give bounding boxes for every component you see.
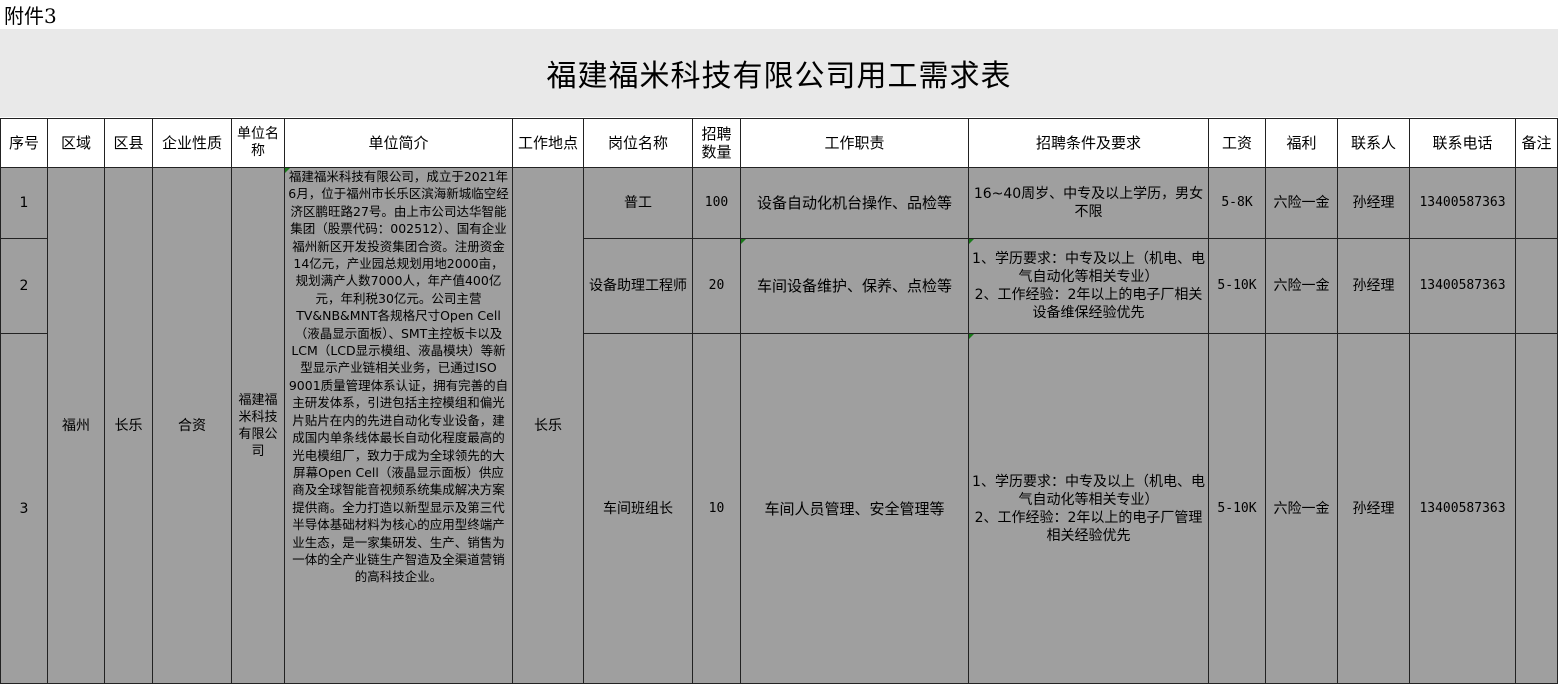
cell-remark <box>1515 333 1558 684</box>
cell-phone: 13400587363 <box>1409 333 1516 684</box>
cell-contact: 孙经理 <box>1337 167 1410 239</box>
header-cell: 企业性质 <box>152 118 232 168</box>
cell-requirements: 1、学历要求：中专及以上（机电、电气自动化等相关专业） 2、工作经验：2年以上的… <box>968 238 1209 334</box>
cell-count: 10 <box>692 333 741 684</box>
attachment-label: 附件3 <box>4 4 57 28</box>
cell-phone: 13400587363 <box>1409 238 1516 334</box>
cell-salary: 5-8K <box>1208 167 1266 239</box>
header-cell: 序号 <box>0 118 48 168</box>
header-cell: 备注 <box>1515 118 1558 168</box>
cell-no: 3 <box>0 333 48 684</box>
header-cell: 单位简介 <box>284 118 513 168</box>
cell-contact: 孙经理 <box>1337 333 1410 684</box>
cell-count: 20 <box>692 238 741 334</box>
header-cell: 岗位名称 <box>583 118 693 168</box>
cell-duty: 设备自动化机台操作、品检等 <box>740 167 969 239</box>
cell-region: 福州 <box>47 167 105 684</box>
header-cell: 联系人 <box>1337 118 1410 168</box>
cell-requirements: 16~40周岁、中专及以上学历，男女不限 <box>968 167 1209 239</box>
header-cell: 招聘数量 <box>692 118 741 168</box>
cell-position: 设备助理工程师 <box>583 238 693 334</box>
cell-no: 2 <box>0 238 48 334</box>
cell-welfare: 六险一金 <box>1265 167 1338 239</box>
cell-intro: 福建福米科技有限公司，成立于2021年6月，位于福州市长乐区滨海新城临空经济区鹏… <box>284 167 513 684</box>
recruitment-table: 序号 区域 区县 企业性质 单位名称 单位简介 工作地点 岗位名称 招聘数量 工… <box>0 118 1558 684</box>
cell-remark <box>1515 167 1558 239</box>
header-cell: 工资 <box>1208 118 1266 168</box>
cell-phone: 13400587363 <box>1409 167 1516 239</box>
header-cell: 工作职责 <box>740 118 969 168</box>
header-cell: 区县 <box>104 118 153 168</box>
header-cell: 招聘条件及要求 <box>968 118 1209 168</box>
cell-welfare: 六险一金 <box>1265 238 1338 334</box>
header-cell: 联系电话 <box>1409 118 1516 168</box>
table-row: 1 福州 长乐 合资 福建福米科技有限公司 福建福米科技有限公司，成立于2021… <box>0 167 1558 684</box>
sheet-title: 福建福米科技有限公司用工需求表 <box>546 59 1012 94</box>
header-cell: 区域 <box>47 118 105 168</box>
cell-company: 福建福米科技有限公司 <box>231 167 285 684</box>
header-cell: 工作地点 <box>512 118 584 168</box>
header-cell: 单位名称 <box>231 118 285 168</box>
cell-requirements: 1、学历要求：中专及以上（机电、电气自动化等相关专业） 2、工作经验：2年以上的… <box>968 333 1209 684</box>
cell-salary: 5-10K <box>1208 333 1266 684</box>
cell-duty: 车间设备维护、保养、点检等 <box>740 238 969 334</box>
cell-count: 100 <box>692 167 741 239</box>
cell-nature: 合资 <box>152 167 232 684</box>
cell-no: 1 <box>0 167 48 239</box>
cell-county: 长乐 <box>104 167 153 684</box>
cell-salary: 5-10K <box>1208 238 1266 334</box>
cell-welfare: 六险一金 <box>1265 333 1338 684</box>
header-cell: 福利 <box>1265 118 1338 168</box>
header-row: 序号 区域 区县 企业性质 单位名称 单位简介 工作地点 岗位名称 招聘数量 工… <box>0 118 1558 168</box>
cell-location: 长乐 <box>512 167 584 684</box>
title-bar: 福建福米科技有限公司用工需求表 <box>0 29 1558 117</box>
cell-position: 普工 <box>583 167 693 239</box>
cell-duty: 车间人员管理、安全管理等 <box>740 333 969 684</box>
cell-contact: 孙经理 <box>1337 238 1410 334</box>
cell-position: 车间班组长 <box>583 333 693 684</box>
cell-remark <box>1515 238 1558 334</box>
